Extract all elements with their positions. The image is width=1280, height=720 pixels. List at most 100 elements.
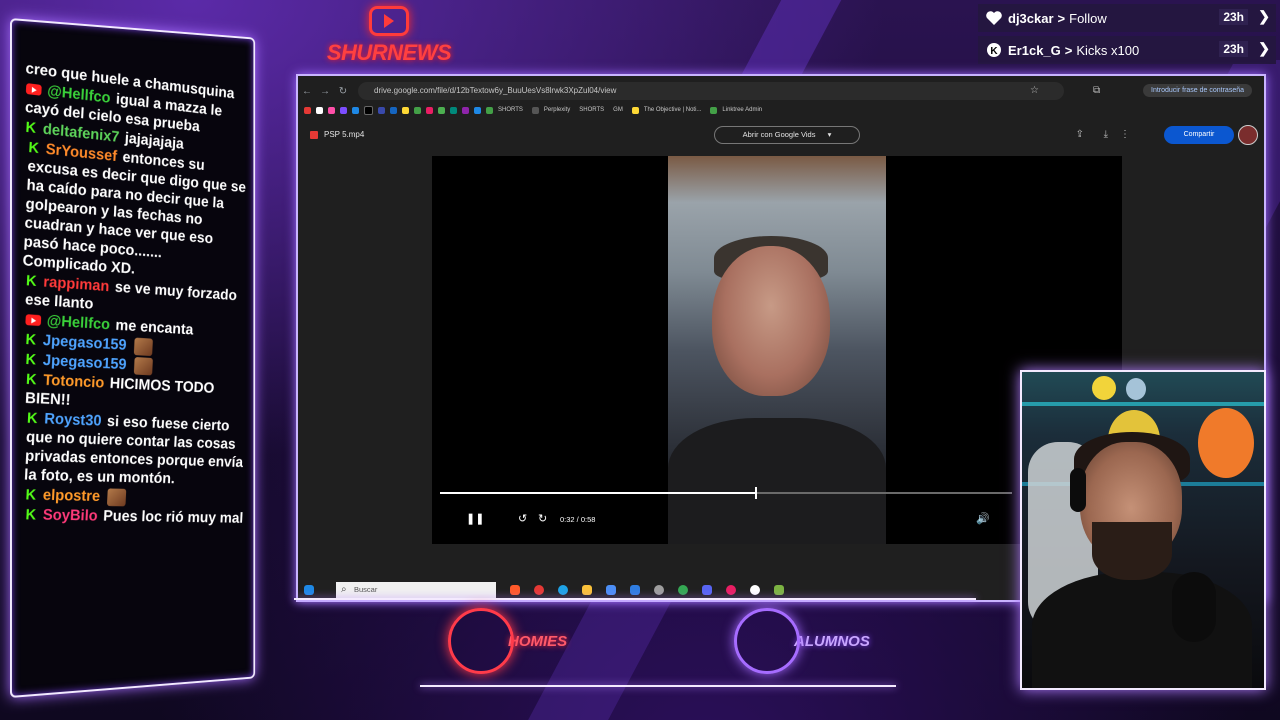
reload-icon[interactable]: ↻ xyxy=(334,86,352,97)
homies-emblem-icon xyxy=(448,608,514,674)
bookmark-icon[interactable] xyxy=(426,106,433,114)
streamer-body xyxy=(1032,572,1252,688)
chrome-icon[interactable] xyxy=(678,585,688,595)
app-icon[interactable] xyxy=(774,585,784,595)
chat-username[interactable]: elpostre xyxy=(42,487,100,505)
bookmark-shorts-2[interactable]: SHORTS xyxy=(579,107,604,113)
forward-10-icon[interactable]: ↻ xyxy=(538,512,547,525)
video-file-icon xyxy=(310,130,318,139)
bookmark-shorts[interactable]: SHORTS xyxy=(498,107,523,113)
open-with-button[interactable]: Abrir con Google Vids ▾ xyxy=(714,126,860,144)
chat-username[interactable]: @Hellfco xyxy=(46,313,110,334)
bookmark-icon[interactable] xyxy=(414,106,421,114)
youtube-icon xyxy=(369,6,409,36)
forward-icon[interactable]: → xyxy=(316,86,334,97)
arrow-icon: > xyxy=(1064,42,1073,58)
star-icon[interactable]: ☆ xyxy=(1030,85,1039,96)
bookmark-icon[interactable] xyxy=(531,106,539,114)
heart-icon xyxy=(986,10,1002,26)
extension-icon[interactable]: ⧉ xyxy=(1093,85,1100,96)
seek-handle[interactable] xyxy=(754,487,757,499)
windows-start-icon[interactable] xyxy=(304,585,314,595)
figure xyxy=(1126,378,1146,400)
rewind-10-icon[interactable]: ↺ xyxy=(518,512,527,525)
alert-user: Er1ck_G xyxy=(1008,42,1061,58)
folder-icon[interactable] xyxy=(582,585,592,595)
bookmark-icon[interactable] xyxy=(328,106,335,114)
bookmark-icon[interactable] xyxy=(710,106,718,114)
chat-username[interactable]: SoyBilo xyxy=(42,507,98,525)
youtube-icon xyxy=(25,83,42,97)
kick-icon: K xyxy=(986,42,1002,58)
bookmark-icon[interactable] xyxy=(402,106,409,114)
app-icon[interactable] xyxy=(654,585,664,595)
chat-panel: creo que huele a chamusquina @Hellfco igua… xyxy=(10,18,256,698)
divider-line xyxy=(420,685,896,687)
alert-kicks: K Er1ck_G > Kicks x100 23h ❯ xyxy=(978,36,1276,64)
video-player[interactable]: ❚❚ ↺ ↻ 0:32 / 0:58 🔊 xyxy=(432,156,1122,544)
pokeball-icon[interactable] xyxy=(750,585,760,595)
chat-username[interactable]: Royst30 xyxy=(44,411,102,430)
share-button[interactable]: Compartir xyxy=(1164,126,1234,144)
webcam-feed xyxy=(1020,370,1266,690)
channel-logo: SHURNEWS xyxy=(322,6,456,66)
bookmark-icon[interactable] xyxy=(462,106,469,114)
kick-icon: K xyxy=(25,351,37,369)
pikachu-figure xyxy=(1092,376,1116,400)
back-icon[interactable]: ← xyxy=(298,86,316,97)
kick-icon: K xyxy=(25,118,37,137)
pause-icon[interactable]: ❚❚ xyxy=(466,512,484,525)
chat-username[interactable]: Jpegaso159 xyxy=(42,352,126,373)
emote-icon xyxy=(107,488,127,507)
url-field[interactable]: drive.google.com/file/d/12bTextow6y_BuuU… xyxy=(358,82,1064,100)
add-to-drive-icon[interactable]: ⇪ xyxy=(1076,129,1084,140)
youtube-icon xyxy=(25,314,42,327)
bookmark-icon[interactable] xyxy=(390,106,397,114)
emote-icon xyxy=(133,356,153,376)
video-frame xyxy=(668,156,886,544)
chat-username[interactable]: rappiman xyxy=(43,274,110,295)
bookmark-theobjective[interactable]: The Objective | Noti... xyxy=(644,107,702,113)
kick-icon: K xyxy=(25,506,37,524)
bookmark-icon[interactable] xyxy=(340,106,347,114)
opera-icon[interactable] xyxy=(534,585,544,595)
seek-bar[interactable] xyxy=(440,487,1012,499)
chat-message: K SrYoussef entonces su excusa es decir qu… xyxy=(22,138,247,286)
discord-icon[interactable] xyxy=(702,585,712,595)
bookmark-icon[interactable] xyxy=(486,106,493,114)
taskbar-search[interactable]: Buscar xyxy=(336,582,496,598)
bookmark-icon[interactable] xyxy=(474,106,481,114)
kick-icon: K xyxy=(26,409,38,428)
bookmark-linktree[interactable]: Linktree Admin xyxy=(722,107,762,113)
edge-icon[interactable] xyxy=(558,585,568,595)
bookmark-icon[interactable] xyxy=(304,106,311,114)
app-icon[interactable] xyxy=(726,585,736,595)
chat-text: me encanta xyxy=(115,317,194,339)
chat-text xyxy=(132,338,133,354)
video-subject-face xyxy=(712,246,830,396)
bookmark-perplexity[interactable]: Perplexity xyxy=(544,107,570,113)
bookmark-icon[interactable] xyxy=(450,106,457,114)
chat-username[interactable]: Totoncio xyxy=(43,372,105,392)
chat-text xyxy=(105,488,106,505)
bookmark-icon[interactable] xyxy=(438,106,445,114)
store-icon[interactable] xyxy=(606,585,616,595)
alumnos-emblem-icon xyxy=(734,608,800,674)
bookmark-icon[interactable] xyxy=(364,105,373,115)
more-options-icon[interactable]: ⋮ xyxy=(1120,129,1130,140)
brave-icon[interactable] xyxy=(510,585,520,595)
bookmark-gm[interactable]: GM xyxy=(613,107,623,113)
bookmarks-bar: SHORTS Perplexity SHORTS GM The Objectiv… xyxy=(298,103,1270,117)
chat-text: Pues loc rió muy mal xyxy=(102,507,244,527)
volume-icon[interactable]: 🔊 xyxy=(976,512,990,525)
download-icon[interactable]: ⤓ xyxy=(1104,129,1108,140)
bookmark-icon[interactable] xyxy=(316,106,323,114)
avatar[interactable] xyxy=(1238,125,1258,145)
chat-username[interactable]: Jpegaso159 xyxy=(42,332,126,354)
bookmark-icon[interactable] xyxy=(631,106,639,114)
bookmark-icon[interactable] xyxy=(378,106,385,114)
bookmark-icon[interactable] xyxy=(352,106,359,114)
chat-message: K Royst30 si eso fuese cierto que no quier… xyxy=(24,409,246,490)
mail-icon[interactable] xyxy=(630,585,640,595)
password-chip[interactable]: Introducir frase de contraseña xyxy=(1143,84,1252,97)
